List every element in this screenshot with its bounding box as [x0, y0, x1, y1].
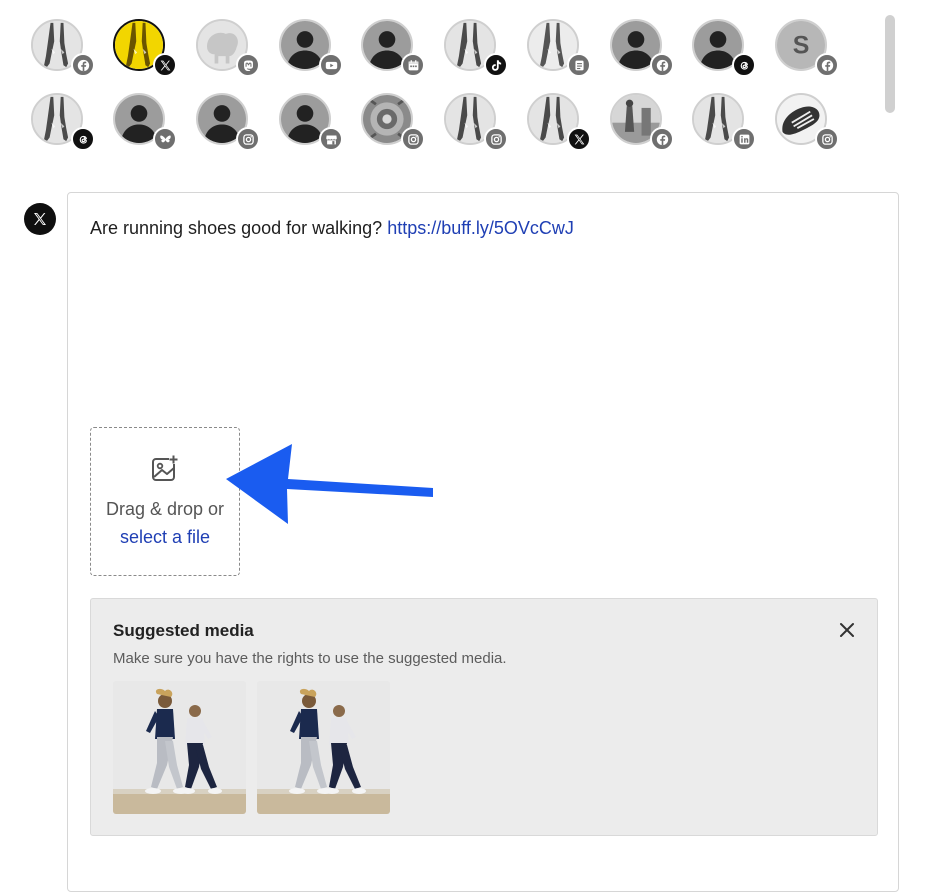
instagram-icon	[401, 127, 425, 151]
account-avatar[interactable]	[444, 19, 516, 79]
x-icon	[24, 203, 56, 235]
upload-instructions: Drag & drop or	[105, 499, 225, 519]
select-file-link[interactable]: select a file	[91, 527, 239, 548]
account-avatar[interactable]	[113, 93, 185, 153]
close-icon[interactable]	[837, 620, 857, 640]
store-icon	[319, 127, 343, 151]
suggested-media-panel: Suggested media Make sure you have the r…	[90, 598, 878, 836]
account-avatar[interactable]	[775, 93, 847, 153]
media-upload-dropzone[interactable]: Drag & drop or select a file	[90, 427, 240, 576]
image-add-icon	[152, 455, 178, 481]
instagram-icon	[484, 127, 508, 151]
account-avatar[interactable]	[196, 93, 268, 153]
account-avatar[interactable]	[527, 93, 599, 153]
suggested-media-title: Suggested media	[113, 621, 254, 640]
post-text[interactable]: Are running shoes good for walking? http…	[90, 218, 574, 239]
facebook-icon	[815, 53, 839, 77]
account-avatar[interactable]	[692, 19, 764, 79]
account-avatar[interactable]	[361, 93, 433, 153]
account-avatar[interactable]	[279, 93, 351, 153]
post-link[interactable]: https://buff.ly/5OVcCwJ	[387, 218, 574, 238]
linkedin-icon	[732, 127, 756, 151]
account-avatar[interactable]	[361, 19, 433, 79]
account-avatar[interactable]	[610, 19, 682, 79]
facebook-icon	[71, 53, 95, 77]
account-avatar[interactable]	[610, 93, 682, 153]
tiktok-icon	[484, 53, 508, 77]
bluesky-icon	[153, 127, 177, 151]
account-avatar[interactable]	[113, 19, 185, 79]
scrollbar[interactable]	[885, 15, 895, 113]
threads-icon	[732, 53, 756, 77]
account-avatar[interactable]	[196, 19, 268, 79]
svg-text:S: S	[793, 31, 810, 59]
account-avatar[interactable]: S	[775, 19, 847, 79]
account-avatar[interactable]	[31, 93, 103, 153]
mastodon-icon	[236, 53, 260, 77]
account-selector: S	[0, 0, 880, 160]
account-avatar[interactable]	[444, 93, 516, 153]
account-avatar[interactable]	[527, 19, 599, 79]
threads-icon	[71, 127, 95, 151]
x-icon	[153, 53, 177, 77]
account-avatar[interactable]	[279, 19, 351, 79]
facebook-icon	[650, 53, 674, 77]
account-avatar[interactable]	[692, 93, 764, 153]
account-avatar[interactable]	[31, 19, 103, 79]
post-body: Are running shoes good for walking?	[90, 218, 388, 238]
x-icon	[567, 127, 591, 151]
blue-arrow-annotation	[226, 444, 433, 524]
suggested-media-subtitle: Make sure you have the rights to use the…	[113, 650, 507, 667]
facebook-icon	[650, 127, 674, 151]
instagram-icon	[236, 127, 260, 151]
instagram-icon	[815, 127, 839, 151]
suggested-media-thumbnail[interactable]	[113, 681, 246, 814]
document-icon	[567, 53, 591, 77]
youtube-icon	[319, 53, 343, 77]
calendar-icon	[401, 53, 425, 77]
post-composer[interactable]: Are running shoes good for walking? http…	[67, 192, 899, 892]
suggested-media-thumbnail[interactable]	[257, 681, 390, 814]
